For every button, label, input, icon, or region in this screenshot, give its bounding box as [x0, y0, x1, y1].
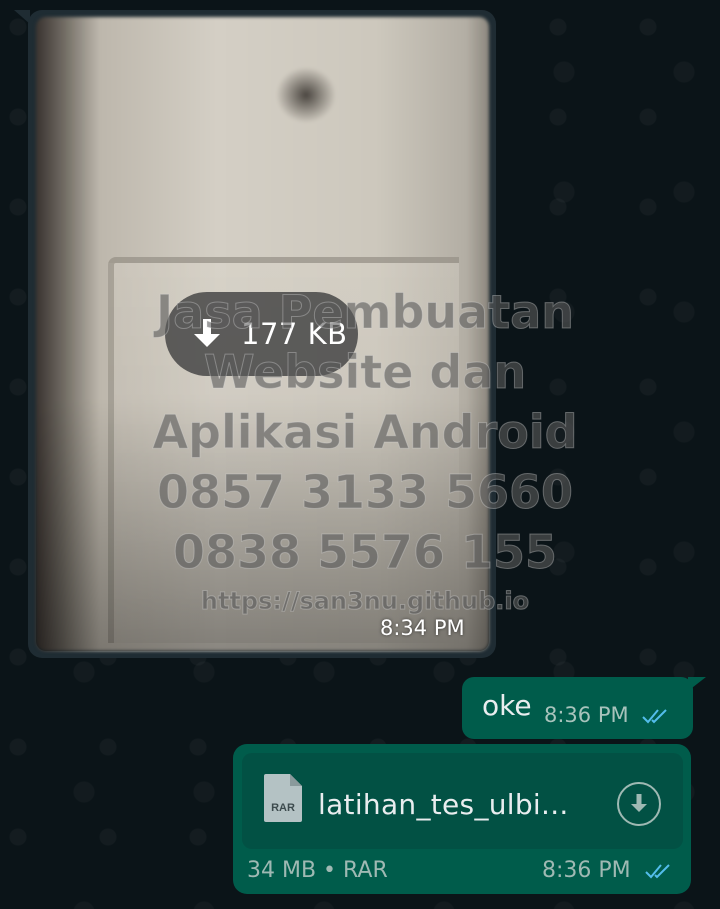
download-arrow-icon	[631, 794, 647, 812]
file-meta: 34 MB • RAR	[247, 858, 388, 883]
message-timestamp: 8:36 PM	[544, 703, 629, 727]
rar-file-icon: RAR	[264, 774, 302, 822]
message-time-status: 8:36 PM	[544, 703, 669, 727]
double-check-icon	[642, 709, 668, 724]
outgoing-file-bubble[interactable]: RAR latihan_tes_ulbi... 34 MB • RAR 8:36…	[233, 744, 691, 894]
file-type-badge: RAR	[271, 802, 295, 814]
image-download-button[interactable]: 177 KB	[165, 292, 358, 376]
incoming-timestamp: 8:34 PM	[380, 616, 465, 640]
message-text: oke	[482, 689, 532, 722]
file-timestamp: 8:36 PM	[542, 858, 631, 883]
file-name: latihan_tes_ulbi...	[318, 788, 569, 821]
outgoing-text-bubble[interactable]: oke 8:36 PM	[462, 677, 693, 739]
file-time-status: 8:36 PM	[542, 858, 672, 883]
download-arrow-icon	[194, 319, 220, 347]
file-attachment-card[interactable]: RAR latihan_tes_ulbi...	[242, 753, 683, 849]
double-check-icon	[644, 864, 670, 879]
image-size-label: 177 KB	[241, 317, 348, 351]
file-download-button[interactable]	[617, 782, 661, 826]
